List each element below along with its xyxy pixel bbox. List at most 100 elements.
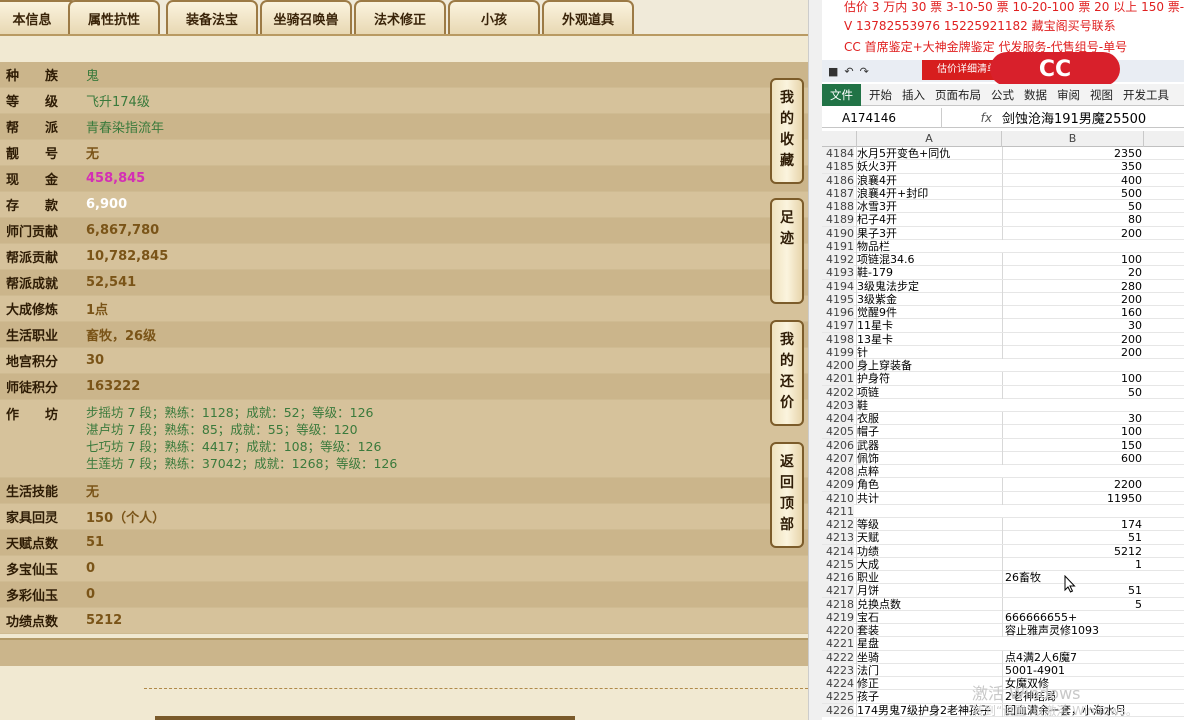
sheet-row[interactable]: 4210 共计 11950 bbox=[822, 491, 1184, 505]
sheet-row[interactable]: 4193 鞋-179 20 bbox=[822, 266, 1184, 280]
col-b-header[interactable]: B bbox=[1002, 131, 1144, 147]
undo-icon[interactable]: ↶ bbox=[844, 65, 853, 78]
sheet-row[interactable]: 4199 针 200 bbox=[822, 345, 1184, 359]
sheet-row[interactable]: 4203 鞋 bbox=[822, 398, 1184, 412]
cell-b[interactable]: 500 bbox=[1002, 186, 1144, 200]
sheet-row[interactable]: 4186 浪襄4开 400 bbox=[822, 173, 1184, 187]
row-number[interactable]: 4186 bbox=[822, 173, 854, 187]
sheet-row[interactable]: 4216 职业 26畜牧 bbox=[822, 571, 1184, 585]
row-number[interactable]: 4214 bbox=[822, 544, 854, 558]
cell-a[interactable]: 宝石 bbox=[856, 610, 1002, 624]
row-number[interactable]: 4194 bbox=[822, 279, 854, 293]
tab-spell-mod[interactable]: 法术修正 bbox=[354, 0, 446, 34]
row-number[interactable]: 4210 bbox=[822, 491, 854, 505]
row-number[interactable]: 4213 bbox=[822, 531, 854, 545]
cell-a[interactable]: 天赋 bbox=[856, 531, 1002, 545]
ribbon-developer[interactable]: 开发工具 bbox=[1123, 87, 1169, 103]
row-number[interactable]: 4198 bbox=[822, 332, 854, 346]
ribbon-formulas[interactable]: 公式 bbox=[991, 87, 1014, 103]
cell-b[interactable]: 5212 bbox=[1002, 544, 1144, 558]
cell-b[interactable]: 200 bbox=[1002, 292, 1144, 306]
cell-a[interactable]: 妖火3开 bbox=[856, 160, 1002, 174]
sheet-row[interactable]: 4201 护身符 100 bbox=[822, 372, 1184, 386]
cell-b[interactable]: 200 bbox=[1002, 332, 1144, 346]
cell-a[interactable]: 针 bbox=[856, 345, 1002, 359]
ribbon-layout[interactable]: 页面布局 bbox=[935, 87, 981, 103]
ribbon-insert[interactable]: 插入 bbox=[902, 87, 925, 103]
cell-a[interactable]: 鞋-179 bbox=[856, 266, 1002, 280]
cell-a[interactable]: 觉醒9件 bbox=[856, 306, 1002, 319]
cell-b[interactable]: 2200 bbox=[1002, 478, 1144, 492]
cell-b[interactable]: 20 bbox=[1002, 266, 1144, 280]
cell-a[interactable]: 等级 bbox=[856, 518, 1002, 531]
cell-b[interactable]: 50 bbox=[1002, 385, 1144, 399]
scrollbar[interactable] bbox=[808, 0, 822, 720]
cell-a[interactable]: 角色 bbox=[856, 478, 1002, 492]
cell-b[interactable]: 100 bbox=[1002, 425, 1144, 439]
sheet-row[interactable]: 4219 宝石 666666655+ bbox=[822, 610, 1184, 624]
cell-a[interactable]: 月饼 bbox=[856, 584, 1002, 598]
cell-b[interactable]: 100 bbox=[1002, 253, 1144, 266]
cell-a[interactable]: 项链 bbox=[856, 385, 1002, 399]
back-to-top-button[interactable]: 返回顶部 bbox=[770, 442, 804, 548]
sheet-row[interactable]: 4221 星盘 bbox=[822, 637, 1184, 651]
sheet-row[interactable]: 4202 项链 50 bbox=[822, 385, 1184, 399]
sheet-row[interactable]: 4214 功绩 5212 bbox=[822, 544, 1184, 558]
cell-a[interactable]: 浪襄4开 bbox=[856, 173, 1002, 187]
cell-b[interactable]: 51 bbox=[1002, 531, 1144, 545]
row-number[interactable]: 4223 bbox=[822, 663, 854, 677]
row-number[interactable]: 4197 bbox=[822, 319, 854, 333]
sheet-row[interactable]: 4217 月饼 51 bbox=[822, 584, 1184, 598]
cell-b[interactable]: 1 bbox=[1002, 557, 1144, 571]
cell-a[interactable]: 功绩 bbox=[856, 544, 1002, 558]
row-number[interactable]: 4215 bbox=[822, 557, 854, 571]
row-number[interactable]: 4208 bbox=[822, 465, 854, 478]
sheet-row[interactable]: 4223 法门 5001-4901 bbox=[822, 663, 1184, 677]
name-box[interactable]: A174146 bbox=[822, 107, 942, 128]
cell-a[interactable]: 水月5开变色+同仇 bbox=[856, 147, 1002, 160]
row-number[interactable]: 4203 bbox=[822, 398, 854, 412]
row-number[interactable]: 4225 bbox=[822, 690, 854, 704]
sheet-row[interactable]: 4213 天赋 51 bbox=[822, 531, 1184, 545]
cell-b[interactable]: 666666655+ bbox=[1002, 610, 1144, 624]
sheet-row[interactable]: 4190 果子3开 200 bbox=[822, 226, 1184, 240]
row-number[interactable]: 4226 bbox=[822, 703, 854, 717]
cell-a[interactable]: 星盘 bbox=[856, 637, 1002, 651]
sheet-row[interactable]: 4187 浪襄4开+封印 500 bbox=[822, 186, 1184, 200]
my-offer-button[interactable]: 我的还价 bbox=[770, 320, 804, 426]
row-number[interactable]: 4187 bbox=[822, 186, 854, 200]
cell-a[interactable]: 3级紫金 bbox=[856, 292, 1002, 306]
row-number[interactable]: 4222 bbox=[822, 650, 854, 664]
cell-a[interactable]: 身上穿装备 bbox=[856, 359, 1002, 372]
sheet-row[interactable]: 4188 冰雪3开 50 bbox=[822, 200, 1184, 214]
cell-b[interactable]: 100 bbox=[1002, 372, 1144, 386]
sheet-row[interactable]: 4212 等级 174 bbox=[822, 518, 1184, 532]
cell-a[interactable]: 衣服 bbox=[856, 412, 1002, 425]
row-number[interactable]: 4184 bbox=[822, 147, 854, 160]
row-number[interactable]: 4219 bbox=[822, 610, 854, 624]
sheet-row[interactable]: 4197 11星卡 30 bbox=[822, 319, 1184, 333]
cell-b[interactable]: 2350 bbox=[1002, 147, 1144, 160]
row-number[interactable]: 4200 bbox=[822, 359, 854, 372]
sheet-row[interactable]: 4218 兑换点数 5 bbox=[822, 597, 1184, 611]
sheet-row[interactable]: 4191 物品栏 bbox=[822, 239, 1184, 253]
cell-a[interactable]: 3级鬼法步定 bbox=[856, 279, 1002, 293]
cell-b[interactable]: 50 bbox=[1002, 200, 1144, 213]
sheet-row[interactable]: 4209 角色 2200 bbox=[822, 478, 1184, 492]
ribbon-view[interactable]: 视图 bbox=[1090, 87, 1113, 103]
row-number[interactable]: 4199 bbox=[822, 345, 854, 359]
sheet-row[interactable]: 4207 佩饰 600 bbox=[822, 451, 1184, 465]
row-number[interactable]: 4193 bbox=[822, 266, 854, 280]
row-number[interactable]: 4209 bbox=[822, 478, 854, 492]
cell-b[interactable]: 174 bbox=[1002, 518, 1144, 531]
cell-b[interactable]: 30 bbox=[1002, 319, 1144, 333]
cell-a[interactable]: 冰雪3开 bbox=[856, 200, 1002, 213]
row-number[interactable]: 4190 bbox=[822, 226, 854, 240]
row-number[interactable]: 4207 bbox=[822, 451, 854, 465]
row-number[interactable]: 4202 bbox=[822, 385, 854, 399]
sheet-row[interactable]: 4215 大成 1 bbox=[822, 557, 1184, 571]
row-number[interactable]: 4217 bbox=[822, 584, 854, 598]
cell-b[interactable]: 80 bbox=[1002, 213, 1144, 227]
row-number[interactable]: 4221 bbox=[822, 637, 854, 651]
sheet-row[interactable]: 4204 衣服 30 bbox=[822, 412, 1184, 426]
